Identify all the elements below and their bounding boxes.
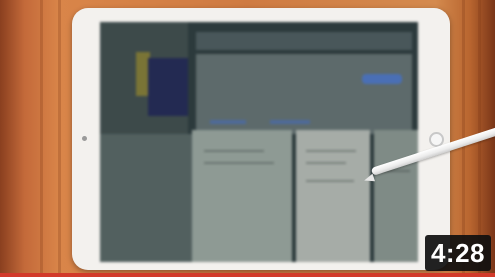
wood-grain xyxy=(58,0,61,277)
screen-lower-panel xyxy=(100,134,192,262)
ipad-screen xyxy=(100,22,418,262)
duration-badge: 4:28 xyxy=(424,235,491,271)
screen-text-line xyxy=(306,162,346,164)
wood-grain xyxy=(40,0,43,277)
watch-progress-track xyxy=(0,273,495,277)
front-camera xyxy=(82,136,87,141)
screen-text-line xyxy=(306,180,354,182)
screen-toolbar xyxy=(196,32,412,50)
screen-cover-image xyxy=(148,58,188,116)
video-thumbnail[interactable]: 4:28 xyxy=(0,0,495,277)
screen-link-bar xyxy=(210,120,246,124)
screen-link-bar xyxy=(270,120,310,124)
ipad-device xyxy=(72,8,450,270)
screen-text-line xyxy=(306,150,356,152)
screen-text-line xyxy=(204,162,274,164)
watch-progress-fill xyxy=(0,273,495,277)
screen-blue-button xyxy=(362,74,402,84)
screen-text-line xyxy=(204,150,264,152)
screen-document-page xyxy=(374,130,418,262)
